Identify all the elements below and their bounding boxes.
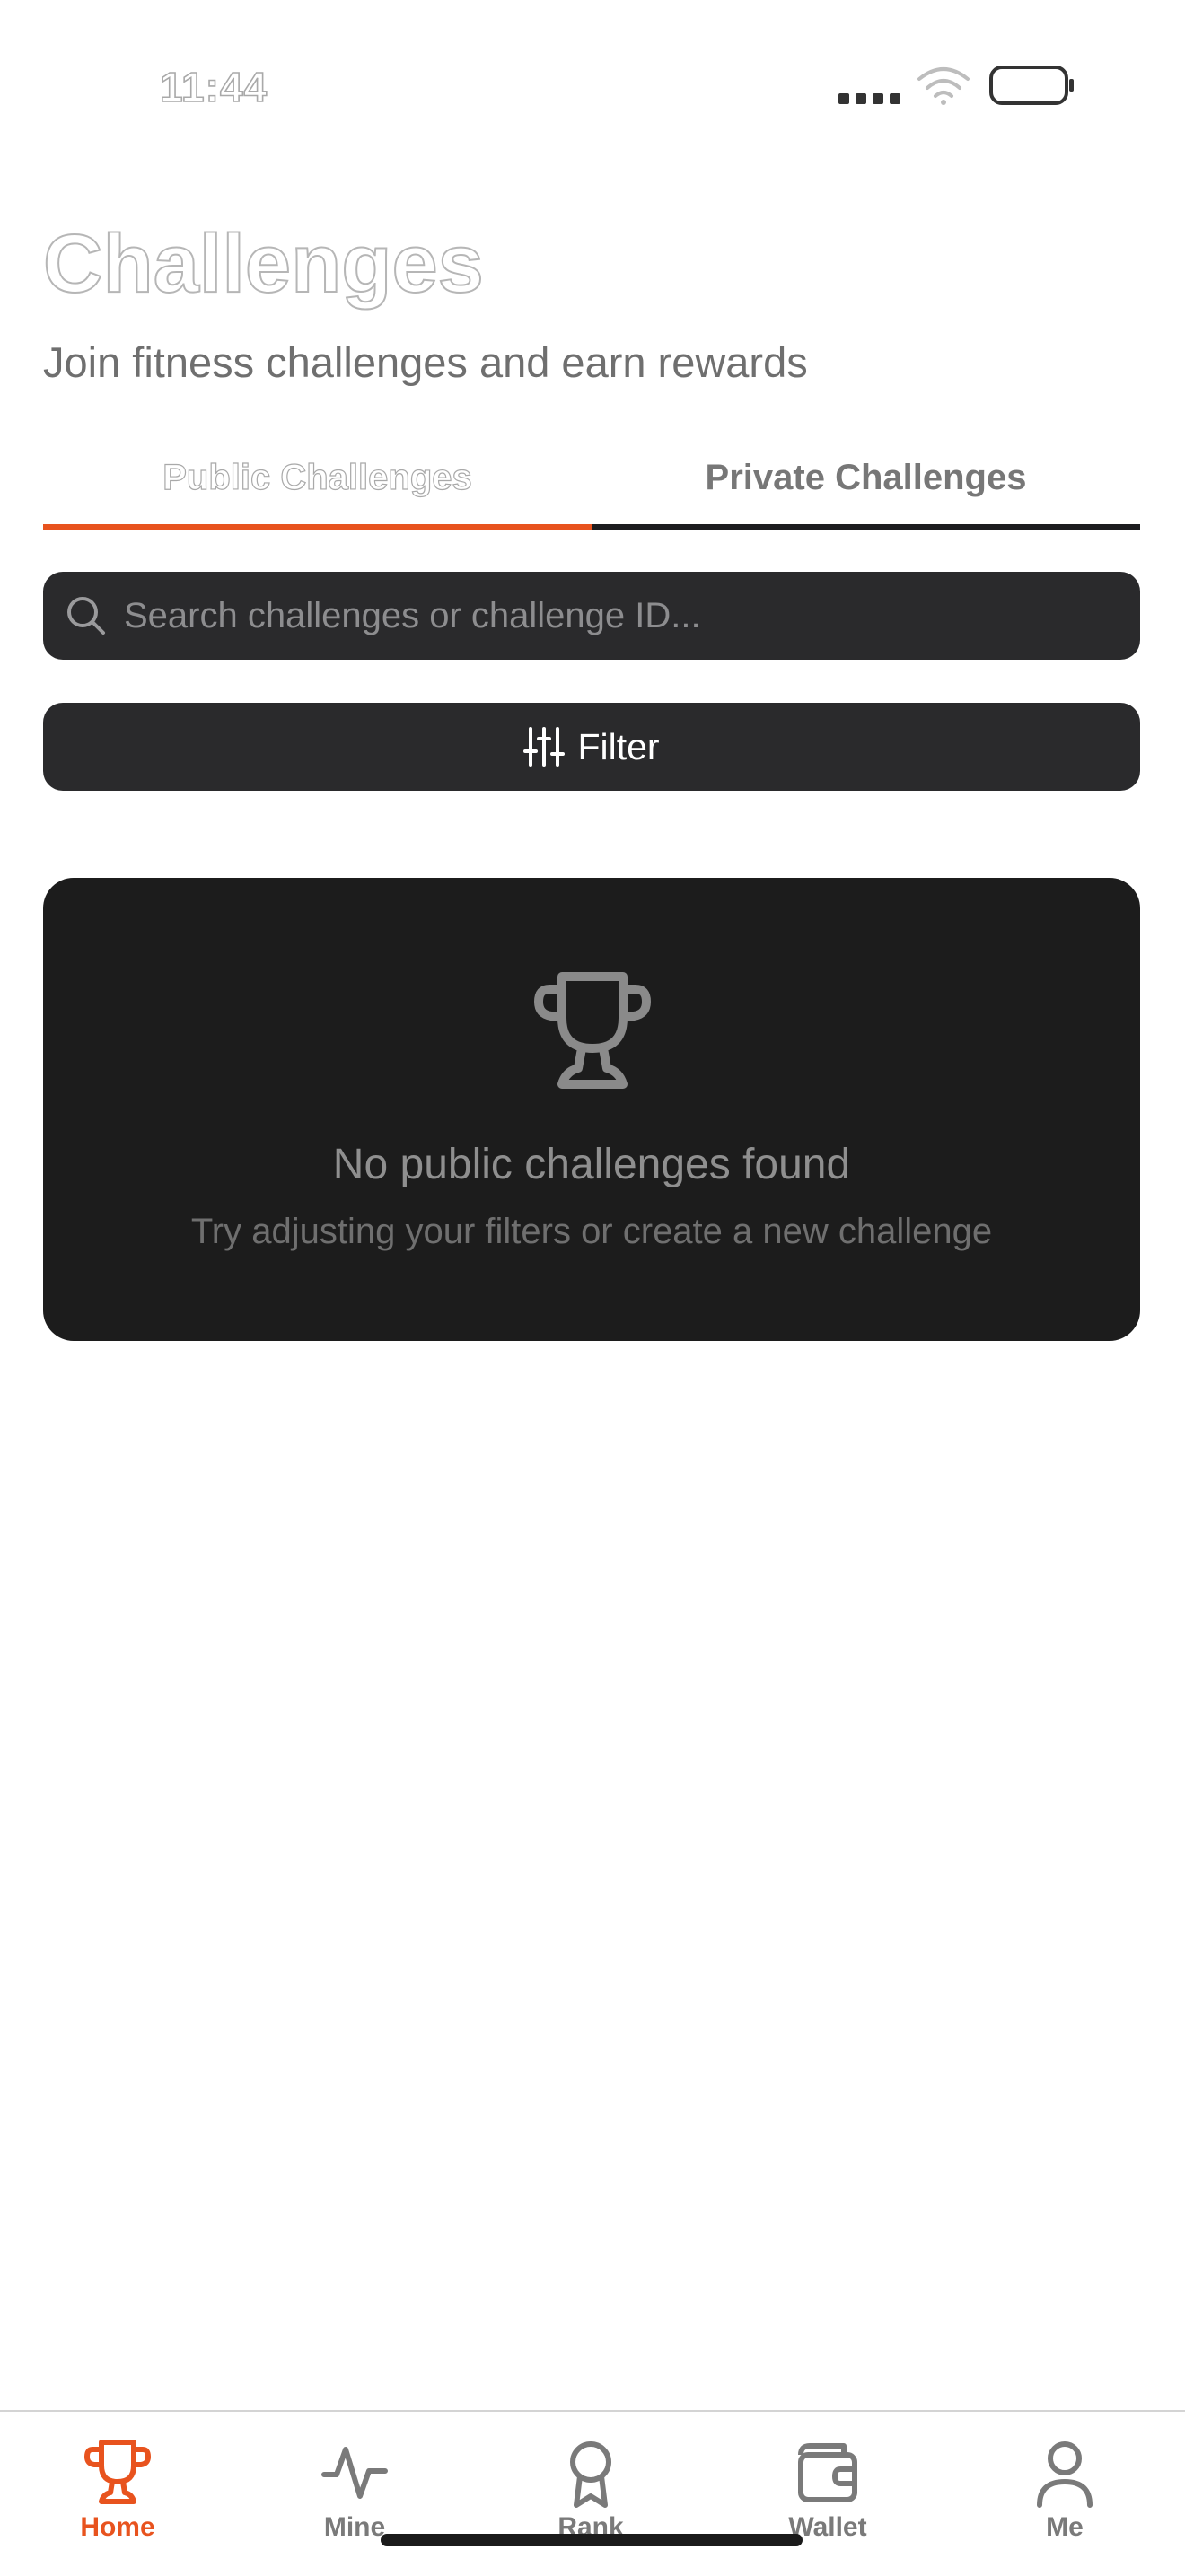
battery-icon [989,66,1074,105]
empty-state-card: No public challenges found Try adjusting… [43,878,1140,1341]
empty-state-title: No public challenges found [332,1141,851,1188]
user-icon [1037,2441,1093,2508]
filter-button[interactable]: Filter [43,703,1140,791]
award-icon [570,2441,611,2508]
trophy-icon [84,2440,151,2504]
page-title: Challenges [42,218,485,310]
home-indicator [381,2534,803,2546]
status-bar: 11:44 [0,0,1185,171]
search-icon [67,597,105,635]
status-time: 11:44 [159,63,268,111]
empty-state-message: Try adjusting your filters or create a n… [190,1212,993,1251]
trophy-icon [534,972,651,1089]
challenge-tabs: Public Challenges Private Challenges [43,438,1140,530]
nav-item-home[interactable]: Home [28,2437,207,2563]
bottom-navigation: Home Mine Rank Wallet Me [0,2410,1185,2576]
search-input[interactable] [122,574,1140,657]
wifi-icon [917,67,970,105]
search-bar [43,572,1140,660]
filter-label: Filter [577,725,660,767]
tab-public-challenges[interactable]: Public Challenges [43,438,592,530]
cellular-signal-icon [838,93,900,104]
nav-item-me[interactable]: Me [975,2437,1154,2563]
page-subtitle: Join fitness challenges and earn rewards [43,338,808,386]
nav-label-home: Home [80,2512,155,2542]
sliders-icon [523,727,566,767]
wallet-icon [798,2443,857,2502]
activity-icon [321,2447,388,2499]
tab-private-challenges[interactable]: Private Challenges [592,438,1140,530]
nav-label-me: Me [1046,2512,1084,2542]
